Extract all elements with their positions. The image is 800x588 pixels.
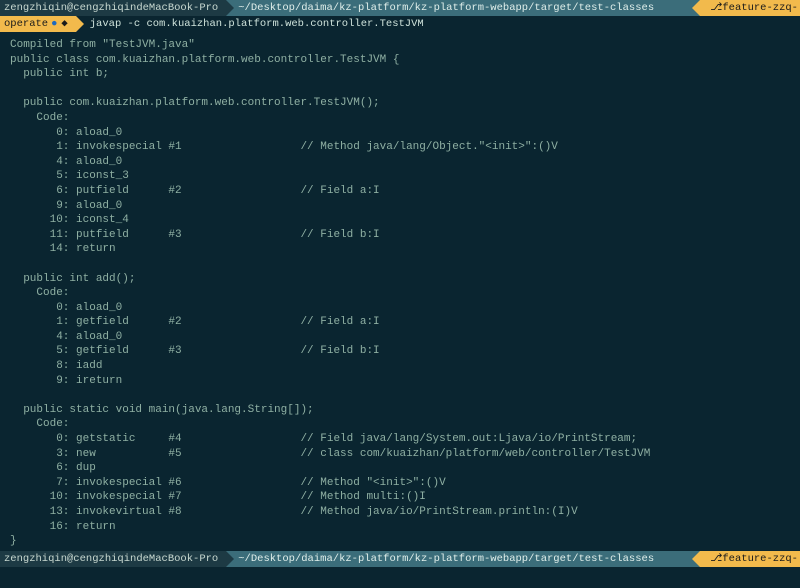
separator-icon	[226, 551, 234, 567]
output-line: 5: iconst_3	[10, 169, 790, 184]
separator-icon	[226, 0, 234, 16]
output-line: 0: aload_0	[10, 301, 790, 316]
output-line: 0: getstatic #4 // Field java/lang/Syste…	[10, 432, 790, 447]
terminal-output[interactable]: Compiled from "TestJVM.java"public class…	[0, 32, 800, 551]
command-text[interactable]: javap -c com.kuaizhan.platform.web.contr…	[84, 16, 424, 32]
output-line	[10, 257, 790, 272]
separator-icon	[692, 0, 700, 16]
status-bar-bottom: zengzhiqin@cengzhiqindeMacBook-Pro ~/Des…	[0, 551, 800, 567]
output-line: public static void main(java.lang.String…	[10, 403, 790, 418]
output-line: Code:	[10, 286, 790, 301]
output-line: 5: getfield #3 // Field b:I	[10, 344, 790, 359]
separator-icon	[692, 551, 700, 567]
output-line: Code:	[10, 111, 790, 126]
output-line: 8: iadd	[10, 359, 790, 374]
branch-segment: ⎇ feature-zzq-	[700, 551, 800, 567]
output-line: public com.kuaizhan.platform.web.control…	[10, 96, 790, 111]
status-bar-top: zengzhiqin@cengzhiqindeMacBook-Pro ~/Des…	[0, 0, 800, 16]
branch-text: feature-zzq-	[722, 1, 798, 15]
output-line: 4: aload_0	[10, 155, 790, 170]
status-diamond-icon: ◆	[61, 17, 67, 31]
command-line[interactable]: operate ● ◆ javap -c com.kuaizhan.platfo…	[0, 16, 800, 32]
output-line	[10, 388, 790, 403]
status-dot-icon: ●	[51, 17, 57, 31]
path-text: ~/Desktop/daima/kz-platform/kz-platform-…	[238, 552, 654, 566]
output-line: public int add();	[10, 272, 790, 287]
output-line: 6: dup	[10, 461, 790, 476]
output-line: 10: iconst_4	[10, 213, 790, 228]
output-line	[10, 82, 790, 97]
output-line: 9: ireturn	[10, 374, 790, 389]
branch-icon: ⎇	[710, 1, 722, 15]
branch-icon: ⎇	[710, 552, 722, 566]
output-line: Compiled from "TestJVM.java"	[10, 38, 790, 53]
output-line: 9: aload_0	[10, 199, 790, 214]
output-line: public int b;	[10, 67, 790, 82]
branch-segment: ⎇ feature-zzq-	[700, 0, 800, 16]
output-line: 3: new #5 // class com/kuaizhan/platform…	[10, 447, 790, 462]
output-line: Code:	[10, 417, 790, 432]
output-line: 7: invokespecial #6 // Method "<init>":(…	[10, 476, 790, 491]
branch-text: feature-zzq-	[722, 552, 798, 566]
output-line: 10: invokespecial #7 // Method multi:()I	[10, 490, 790, 505]
output-line: 14: return	[10, 242, 790, 257]
output-line: 4: aload_0	[10, 330, 790, 345]
output-line: 6: putfield #2 // Field a:I	[10, 184, 790, 199]
host-segment: zengzhiqin@cengzhiqindeMacBook-Pro	[0, 0, 226, 16]
host-text: zengzhiqin@cengzhiqindeMacBook-Pro	[4, 1, 218, 15]
operate-segment: operate ● ◆	[0, 16, 76, 32]
output-line: }	[10, 534, 790, 549]
host-segment: zengzhiqin@cengzhiqindeMacBook-Pro	[0, 551, 226, 567]
host-text: zengzhiqin@cengzhiqindeMacBook-Pro	[4, 552, 218, 566]
path-segment: ~/Desktop/daima/kz-platform/kz-platform-…	[234, 0, 692, 16]
output-line: 13: invokevirtual #8 // Method java/io/P…	[10, 505, 790, 520]
path-text: ~/Desktop/daima/kz-platform/kz-platform-…	[238, 1, 654, 15]
operate-label: operate	[4, 17, 48, 31]
output-line: 0: aload_0	[10, 126, 790, 141]
output-line: 1: getfield #2 // Field a:I	[10, 315, 790, 330]
output-line: public class com.kuaizhan.platform.web.c…	[10, 53, 790, 68]
output-line: 11: putfield #3 // Field b:I	[10, 228, 790, 243]
separator-icon	[76, 16, 84, 32]
path-segment: ~/Desktop/daima/kz-platform/kz-platform-…	[234, 551, 692, 567]
output-line: 16: return	[10, 520, 790, 535]
output-line: 1: invokespecial #1 // Method java/lang/…	[10, 140, 790, 155]
